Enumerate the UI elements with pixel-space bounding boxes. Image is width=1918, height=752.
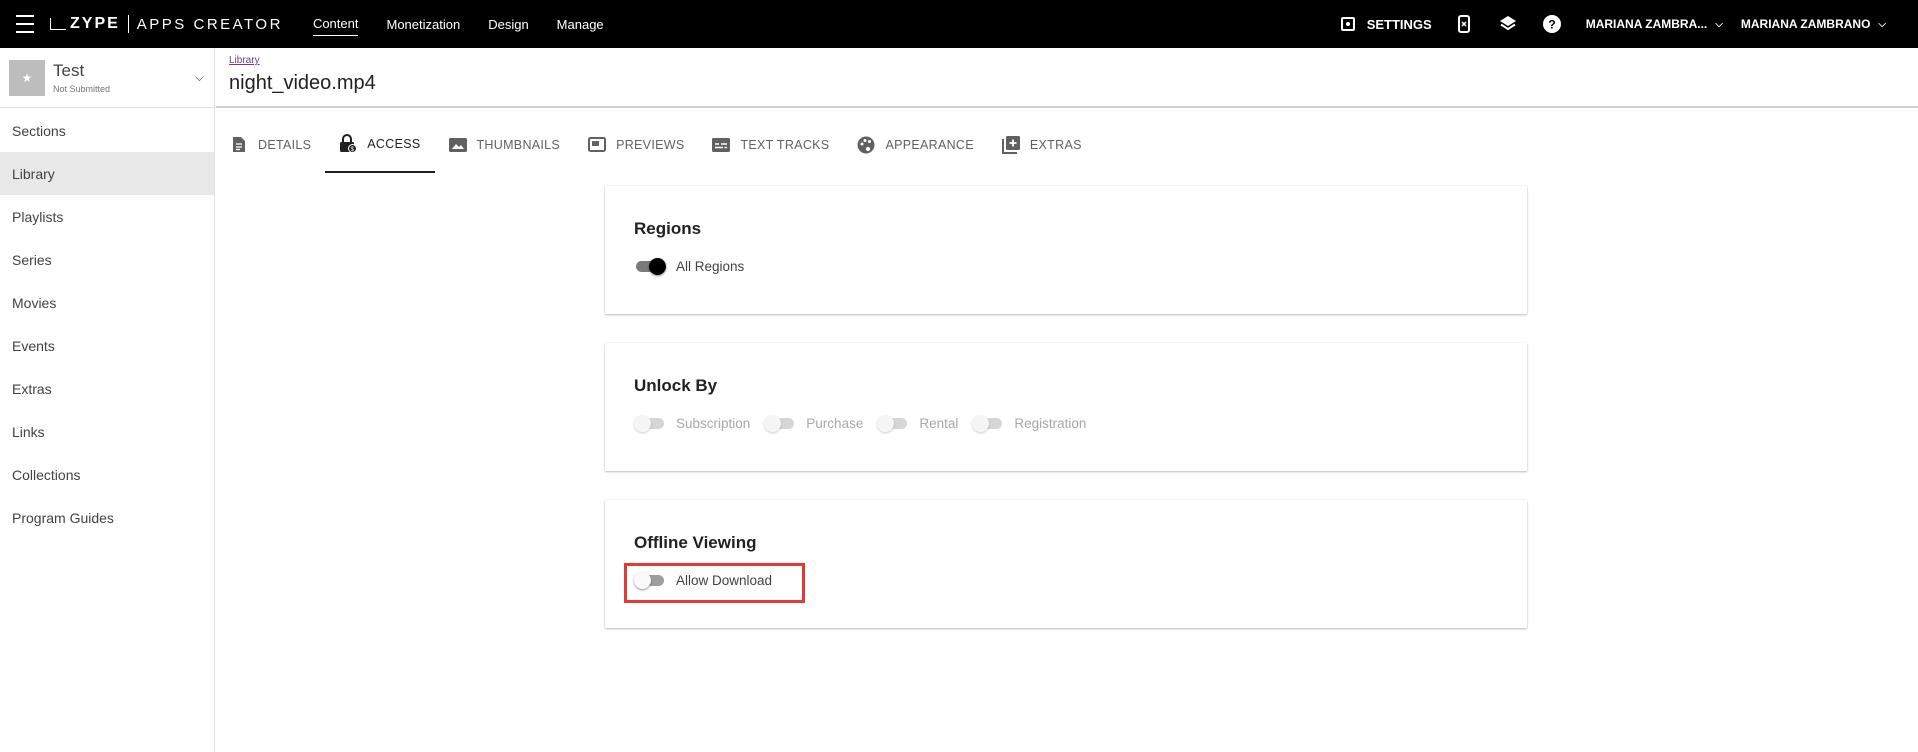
tab-extras[interactable]: EXTRAS: [988, 116, 1096, 173]
menu-icon[interactable]: [0, 0, 50, 48]
all-regions-toggle[interactable]: [634, 258, 666, 275]
add-box-icon: [1001, 135, 1020, 154]
nav-content[interactable]: Content: [312, 12, 359, 36]
app-selector[interactable]: ★ Test Not Submitted ⌵: [0, 48, 214, 108]
layers-icon[interactable]: [1498, 14, 1518, 34]
sidebar-item-links[interactable]: Links: [0, 410, 214, 453]
device-preview-icon[interactable]: [1454, 14, 1474, 34]
logo-mark: [50, 18, 66, 30]
unlock-by-title: Unlock By: [634, 376, 718, 395]
offline-viewing-title: Offline Viewing: [634, 533, 757, 552]
user-name: MARIANA ZAMBRANO: [1740, 17, 1871, 31]
tab-label: THUMBNAILS: [476, 137, 561, 152]
sidebar-item-playlists[interactable]: Playlists: [0, 195, 214, 238]
account-menu[interactable]: MARIANA ZAMBRA... ⌵: [1586, 17, 1723, 31]
sidebar-item-collections[interactable]: Collections: [0, 453, 214, 496]
nav-manage[interactable]: Manage: [557, 13, 604, 36]
svg-text:?: ?: [1548, 18, 1555, 32]
top-right-actions: SETTINGS ? MARIANA ZAMBRA... ⌵ MARIANA Z…: [1340, 0, 1918, 48]
logo-brand: ZYPE: [70, 15, 120, 32]
tab-access[interactable]: $ ACCESS: [325, 116, 435, 173]
regions-title: Regions: [634, 219, 702, 238]
tab-details[interactable]: DETAILS: [216, 116, 325, 173]
top-nav: Content Monetization Design Manage: [312, 0, 632, 48]
nav-design[interactable]: Design: [488, 13, 528, 36]
app-thumbnail: ★: [9, 59, 45, 96]
all-regions-label: All Regions: [676, 258, 745, 274]
page-title: night_video.mp4: [229, 72, 376, 94]
registration-toggle[interactable]: [972, 415, 1003, 432]
all-regions-row: All Regions: [634, 258, 758, 275]
palette-icon: [857, 136, 875, 154]
sidebar-item-events[interactable]: Events: [0, 324, 214, 367]
tab-label: TEXT TRACKS: [740, 137, 830, 152]
subscription-toggle[interactable]: [634, 415, 664, 432]
logo-product: APPS CREATOR: [136, 15, 283, 33]
regions-card: Regions All Regions: [605, 186, 1527, 314]
chevron-down-icon: ⌵: [1878, 18, 1886, 30]
sidebar-item-library[interactable]: Library: [0, 152, 214, 195]
nav-monetization[interactable]: Monetization: [386, 13, 460, 36]
tab-label: APPEARANCE: [885, 137, 974, 152]
purchase-label: Purchase: [806, 415, 864, 431]
sidebar-item-movies[interactable]: Movies: [0, 281, 214, 324]
tab-appearance[interactable]: APPEARANCE: [843, 116, 987, 173]
app-name: Test: [53, 61, 85, 80]
settings-button[interactable]: SETTINGS: [1340, 16, 1432, 32]
tab-label: PREVIEWS: [616, 137, 685, 152]
highlight-box: [624, 563, 805, 603]
image-icon: [448, 136, 467, 154]
tab-label: EXTRAS: [1029, 137, 1082, 152]
app-status: Not Submitted: [53, 84, 111, 94]
rental-label: Rental: [919, 415, 959, 431]
preview-icon: [588, 136, 607, 154]
top-bar: ZYPE APPS CREATOR Content Monetization D…: [0, 0, 1918, 48]
sidebar-item-series[interactable]: Series: [0, 238, 214, 281]
tab-label: DETAILS: [258, 137, 312, 152]
lock-icon: $: [339, 134, 358, 153]
page-header: Library night_video.mp4: [216, 48, 1918, 108]
sidebar-item-sections[interactable]: Sections: [0, 109, 214, 152]
sidebar-item-extras[interactable]: Extras: [0, 367, 214, 410]
chevron-down-icon: ⌵: [1715, 18, 1723, 30]
tab-text-tracks[interactable]: TEXT TRACKS: [698, 116, 843, 173]
subscription-label: Subscription: [676, 415, 751, 431]
sidebar-item-program-guides[interactable]: Program Guides: [0, 496, 214, 539]
logo-divider: [127, 15, 129, 33]
settings-label: SETTINGS: [1366, 16, 1432, 32]
rental-toggle[interactable]: [877, 415, 908, 432]
tab-bar: DETAILS $ ACCESS THUMBNAILS PREVIEWS TEX…: [216, 116, 1096, 173]
breadcrumb-library[interactable]: Library: [229, 55, 260, 66]
settings-icon: [1340, 17, 1355, 31]
sidebar: ★ Test Not Submitted ⌵ Sections Library …: [0, 48, 215, 752]
app-info: Test Not Submitted: [53, 61, 110, 94]
subtitles-icon: [712, 136, 731, 154]
unlock-by-card: Unlock By Subscription Purchase Rental R…: [605, 343, 1527, 471]
logo[interactable]: ZYPE APPS CREATOR: [50, 0, 283, 48]
svg-text:$: $: [351, 147, 355, 153]
user-menu[interactable]: MARIANA ZAMBRANO ⌵: [1741, 17, 1886, 31]
unlock-options-row: Subscription Purchase Rental Registratio…: [634, 415, 1100, 432]
chevron-down-icon: ⌵: [194, 70, 204, 84]
help-icon[interactable]: ?: [1542, 14, 1562, 34]
document-icon: [230, 136, 248, 154]
tab-label: ACCESS: [367, 136, 421, 151]
tab-previews[interactable]: PREVIEWS: [574, 116, 698, 173]
account-name: MARIANA ZAMBRA...: [1585, 17, 1708, 31]
registration-label: Registration: [1014, 415, 1087, 431]
tab-thumbnails[interactable]: THUMBNAILS: [435, 116, 575, 173]
purchase-toggle[interactable]: [764, 415, 795, 432]
